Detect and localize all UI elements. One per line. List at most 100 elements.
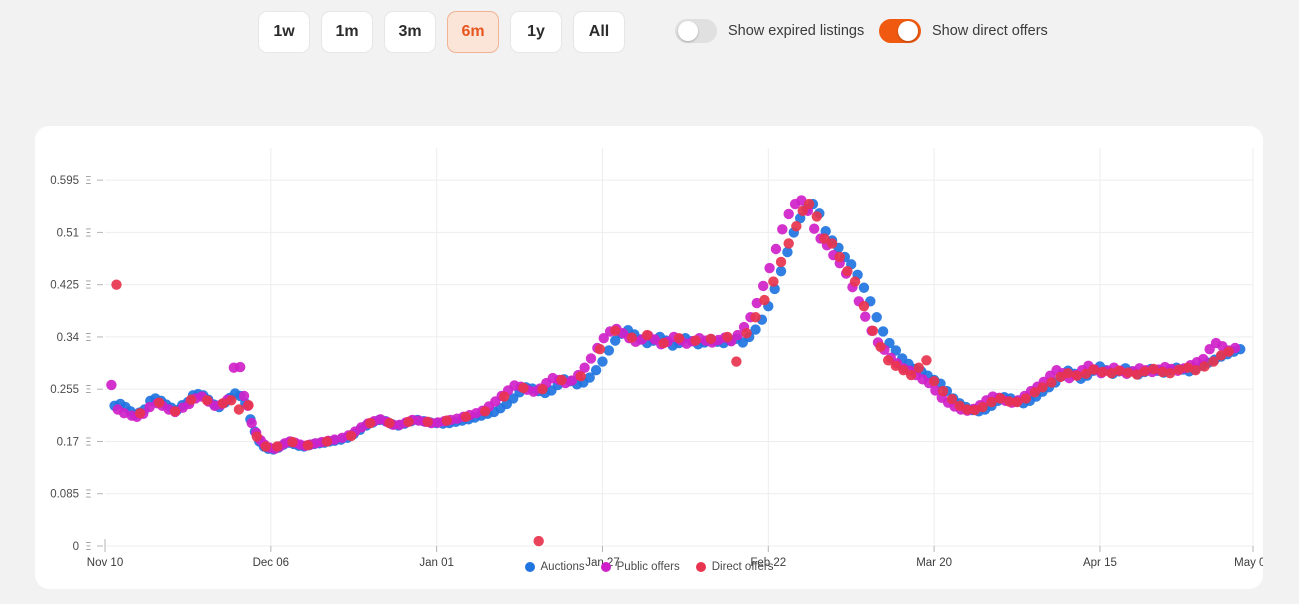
data-point[interactable] [1088,364,1099,375]
data-point[interactable] [867,325,879,336]
data-point[interactable] [1122,367,1134,378]
data-point[interactable] [1011,396,1023,408]
range-button-1w[interactable]: 1w [258,11,310,53]
data-point[interactable] [154,397,165,408]
data-point[interactable] [272,441,283,452]
range-button-1m[interactable]: 1m [321,11,373,53]
data-point[interactable] [768,276,779,287]
data-point[interactable] [134,407,146,419]
data-point[interactable] [260,441,271,452]
range-button-all[interactable]: All [573,11,625,53]
data-point[interactable] [201,395,213,406]
data-point[interactable] [1097,366,1108,378]
data-point[interactable] [235,361,246,373]
data-point[interactable] [365,417,376,429]
data-point[interactable] [1113,365,1125,376]
data-point[interactable] [537,384,548,395]
data-point[interactable] [783,238,794,249]
data-point[interactable] [986,396,997,408]
data-point[interactable] [842,265,853,277]
data-point[interactable] [764,262,775,274]
data-point[interactable] [757,280,769,292]
data-point[interactable] [905,369,917,381]
data-point[interactable] [834,251,845,263]
data-point[interactable] [499,391,510,402]
data-point[interactable] [775,265,787,277]
data-point[interactable] [875,341,886,352]
data-point[interactable] [460,411,472,423]
data-point[interactable] [246,417,257,429]
range-button-1y[interactable]: 1y [510,11,562,53]
data-point[interactable] [111,279,122,290]
range-button-6m[interactable]: 6m [447,11,499,53]
data-point[interactable] [384,417,395,429]
data-point[interactable] [1062,368,1074,379]
data-point[interactable] [1164,368,1176,379]
data-point[interactable] [518,382,529,394]
data-point[interactable] [1071,370,1083,381]
data-point[interactable] [858,300,870,312]
scatter-chart[interactable]: 0 Ξ0.085 Ξ0.17 Ξ0.255 Ξ0.34 Ξ0.425 Ξ0.51 Ξ0.595… [35,126,1263,589]
data-point[interactable] [913,362,924,373]
data-point-outlier[interactable] [533,535,544,547]
data-point[interactable] [345,430,357,442]
data-point[interactable] [849,276,861,287]
data-point[interactable] [777,224,788,235]
data-point[interactable] [585,353,597,364]
data-point[interactable] [1046,377,1057,388]
data-point[interactable] [877,326,889,337]
data-point[interactable] [610,325,621,336]
data-point[interactable] [750,324,761,335]
data-point[interactable] [811,211,822,222]
data-point[interactable] [937,385,949,397]
data-point[interactable] [803,198,815,210]
data-point[interactable] [928,376,940,387]
data-point[interactable] [422,416,433,427]
data-point[interactable] [1190,364,1201,376]
data-point[interactable] [556,374,567,386]
data-point[interactable] [826,238,838,249]
data-point[interactable] [287,436,298,448]
legend-item-auctions[interactable]: Auctions [524,561,585,573]
data-point[interactable] [169,406,181,417]
data-point[interactable] [641,329,653,341]
data-point[interactable] [575,371,586,382]
data-point[interactable] [775,256,787,268]
data-point[interactable] [673,332,685,344]
data-point[interactable] [626,332,637,343]
data-point[interactable] [770,243,782,255]
data-point[interactable] [977,401,988,413]
legend-item-direct-offers[interactable]: Direct offers [695,561,773,573]
data-point[interactable] [226,395,237,406]
data-point[interactable] [750,312,761,323]
data-point[interactable] [658,337,669,349]
data-point[interactable] [791,221,802,232]
data-point[interactable] [809,223,820,234]
data-point[interactable] [731,356,742,367]
data-point[interactable] [185,394,197,405]
data-point[interactable] [597,356,608,367]
data-point[interactable] [479,406,491,417]
data-point[interactable] [1148,363,1159,375]
data-point[interactable] [705,333,717,344]
data-point[interactable] [1139,366,1150,377]
data-point[interactable] [238,390,250,402]
data-point[interactable] [783,208,794,220]
data-point[interactable] [690,335,701,346]
direct-offers-toggle[interactable] [879,19,921,43]
data-point[interactable] [741,328,752,339]
data-point[interactable] [233,404,245,415]
data-point[interactable] [921,355,932,366]
data-point[interactable] [441,415,453,426]
data-point[interactable] [1223,346,1234,357]
expired-listings-toggle[interactable] [675,19,717,43]
data-point[interactable] [243,399,254,411]
data-point[interactable] [995,393,1006,404]
data-point[interactable] [1173,364,1185,375]
data-point[interactable] [603,345,615,356]
range-button-3m[interactable]: 3m [384,11,436,53]
data-point[interactable] [1037,382,1048,393]
data-point[interactable] [871,312,882,323]
data-point[interactable] [1020,393,1032,404]
data-point[interactable] [403,416,414,427]
